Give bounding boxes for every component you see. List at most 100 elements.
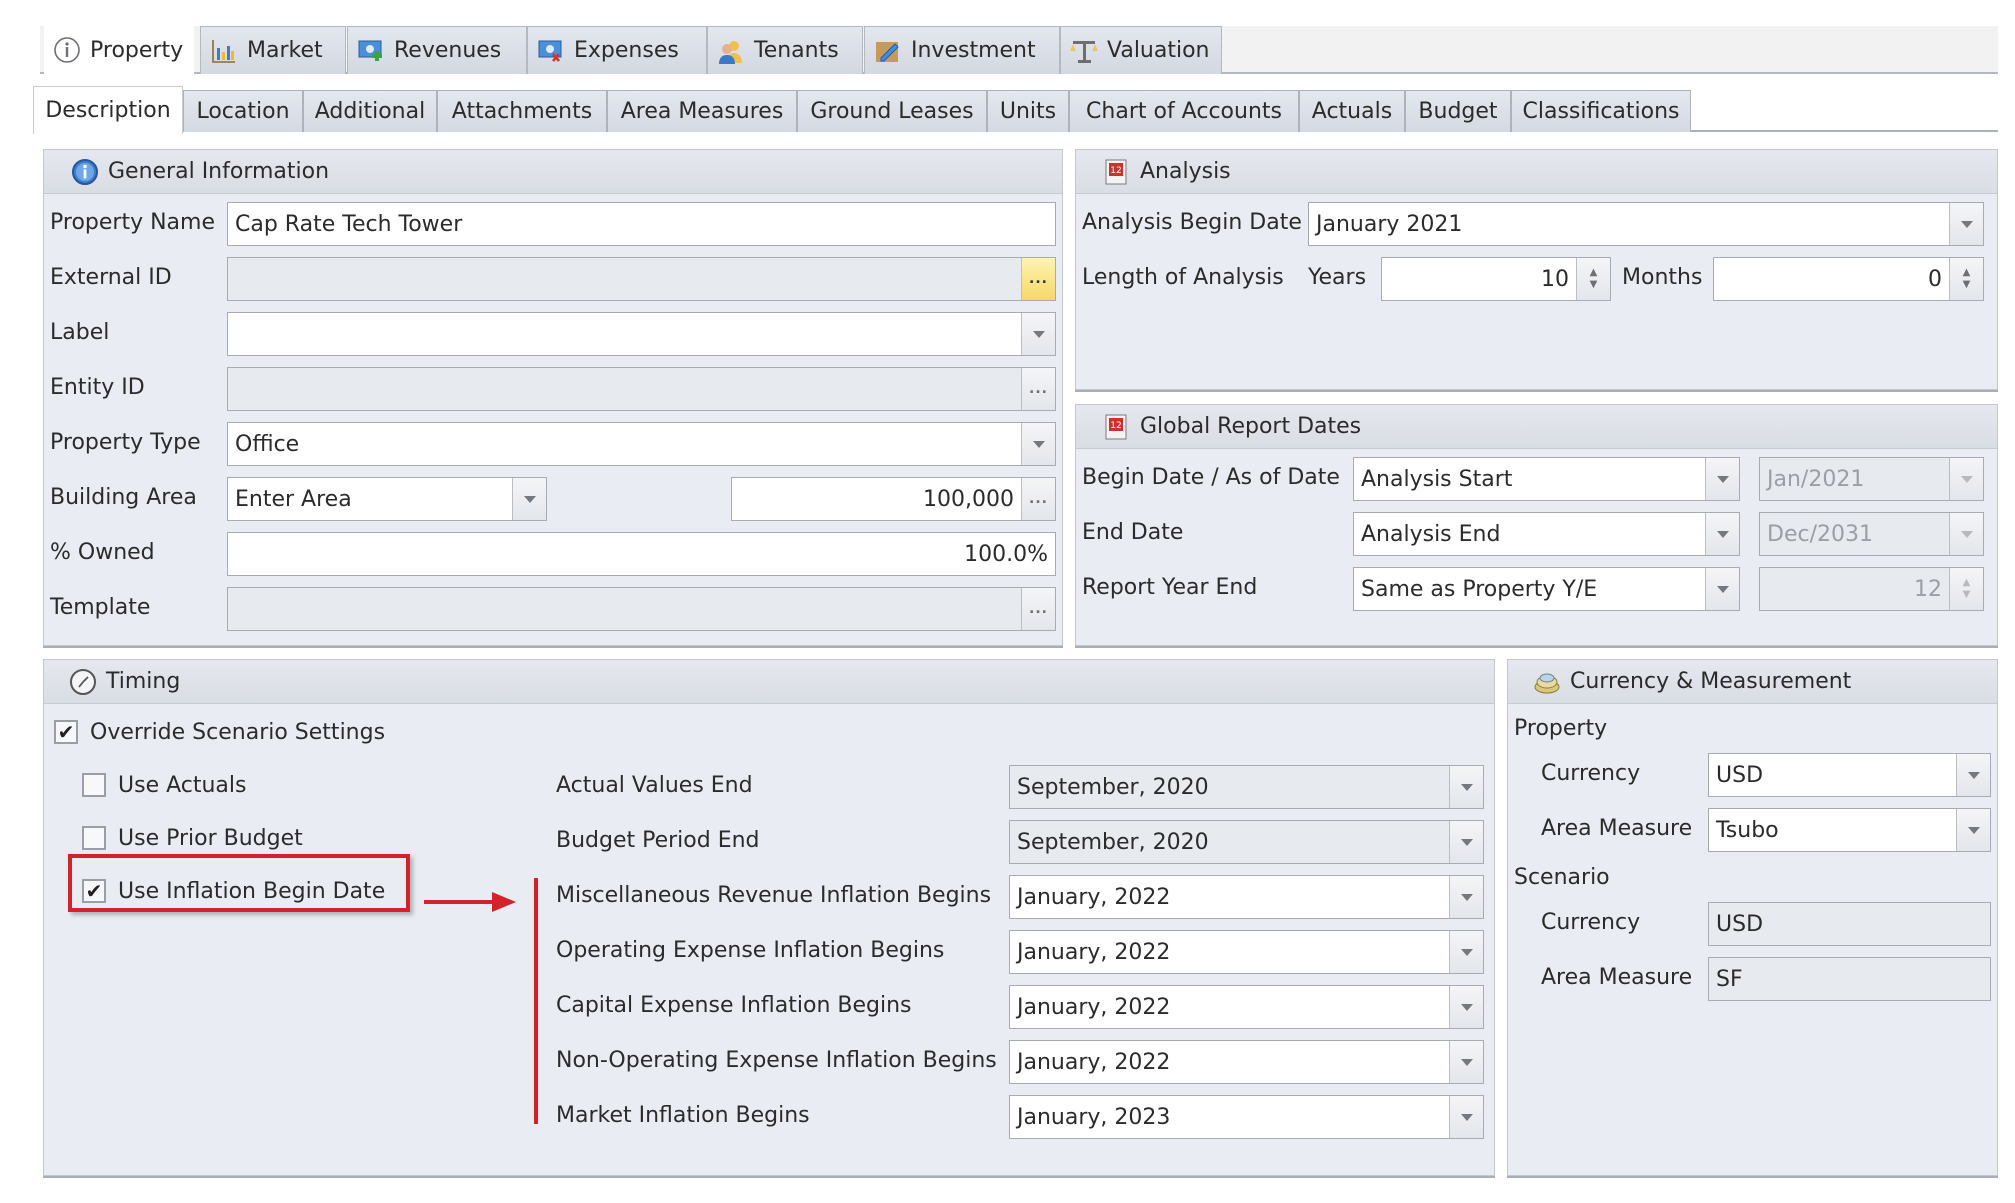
external-id-input[interactable]: ... [227,257,1056,301]
building-area-browse-button[interactable]: ... [1021,478,1055,520]
subtab-area-measures[interactable]: Area Measures [607,90,797,132]
tab-label: Area Measures [620,99,784,124]
chevron-down-icon [1460,783,1473,791]
misc-revenue-inflation-dropdown[interactable]: January, 2022 [1009,875,1484,919]
property-name-label: Property Name [50,210,215,235]
chevron-down-icon [1967,771,1980,779]
end-date-button[interactable] [1705,513,1739,555]
begin-date-button[interactable] [1705,458,1739,500]
months-spinner[interactable]: 0 ▲ ▼ [1713,257,1984,301]
subtab-location[interactable]: Location [183,90,303,132]
subtab-classifications[interactable]: Classifications [1511,90,1691,132]
dropdown-button[interactable] [1449,1041,1483,1083]
template-input[interactable]: ... [227,587,1056,631]
budget-period-end-dropdown[interactable]: September, 2020 [1009,820,1484,864]
subtab-description[interactable]: Description [33,86,183,134]
capital-expense-inflation-dropdown[interactable]: January, 2022 [1009,985,1484,1029]
property-area-measure-dropdown[interactable]: Tsubo [1708,808,1991,852]
non-operating-expense-inflation-dropdown[interactable]: January, 2022 [1009,1040,1484,1084]
report-year-end-dropdown[interactable]: Same as Property Y/E [1353,567,1740,611]
tab-investment[interactable]: Investment [864,26,1060,74]
label-dropdown[interactable] [227,312,1056,356]
tab-label: Market [247,38,323,63]
property-name-input[interactable]: Cap Rate Tech Tower [227,202,1056,246]
tab-valuation[interactable]: Valuation [1060,26,1222,74]
report-year-end-value: Same as Property Y/E [1361,576,1598,602]
building-area-mode-button[interactable] [512,478,546,520]
years-spin-buttons[interactable]: ▲ ▼ [1576,258,1610,300]
ellipsis-icon: ... [1029,491,1048,507]
subtab-units[interactable]: Units [987,90,1069,132]
end-date-dropdown[interactable]: Analysis End [1353,512,1740,556]
analysis-begin-date-dropdown[interactable]: January 2021 [1308,202,1984,246]
report-year-end-month-spinner[interactable]: 12 ▲ ▼ [1759,567,1984,611]
timing-row-label: Miscellaneous Revenue Inflation Begins [556,883,992,908]
spin-up-icon[interactable]: ▲ [1963,267,1971,279]
override-scenario-label: Override Scenario Settings [90,720,386,745]
begin-date-picker[interactable]: Jan/2021 [1759,457,1984,501]
use-prior-budget-label: Use Prior Budget [118,826,303,851]
scenario-currency-field: USD [1708,902,1991,946]
spin-up-icon[interactable]: ▲ [1963,577,1971,589]
property-type-dropdown[interactable]: Office [227,422,1056,466]
use-prior-budget-checkbox[interactable] [82,826,106,850]
timing-row-value: January, 2022 [1017,939,1171,965]
tab-market[interactable]: Market [200,26,346,74]
years-spinner[interactable]: 10 ▲ ▼ [1381,257,1611,301]
use-actuals-checkbox[interactable] [82,773,106,797]
timing-row-label: Operating Expense Inflation Begins [556,938,945,963]
subtab-attachments[interactable]: Attachments [437,90,607,132]
actual-values-end-dropdown[interactable]: September, 2020 [1009,765,1484,809]
subtab-budget[interactable]: Budget [1405,90,1511,132]
end-date-date: Dec/2031 [1767,521,1873,547]
dropdown-button[interactable] [1449,766,1483,808]
property-type-dropdown-button[interactable] [1021,423,1055,465]
property-currency-dropdown[interactable]: USD [1708,753,1991,797]
end-date-picker-button[interactable] [1949,513,1983,555]
tab-expenses[interactable]: Expenses [527,26,707,74]
end-date-picker[interactable]: Dec/2031 [1759,512,1984,556]
external-id-browse-button[interactable]: ... [1021,258,1055,300]
dropdown-button[interactable] [1956,809,1990,851]
scenario-currency-value: USD [1716,911,1764,937]
spin-down-icon[interactable]: ▼ [1590,279,1598,291]
market-inflation-dropdown[interactable]: January, 2023 [1009,1095,1484,1139]
tab-property[interactable]: Property [44,26,194,74]
building-area-mode-dropdown[interactable]: Enter Area [227,477,547,521]
dropdown-button[interactable] [1449,986,1483,1028]
subtab-chart-of-accounts[interactable]: Chart of Accounts [1069,90,1299,132]
begin-date-picker-button[interactable] [1949,458,1983,500]
template-browse-button[interactable]: ... [1021,588,1055,630]
scenario-area-measure-value: SF [1716,966,1743,992]
timing-panel: Timing ✔ Override Scenario Settings Use … [43,659,1495,1176]
analysis-begin-date-button[interactable] [1949,203,1983,245]
subtab-additional[interactable]: Additional [303,90,437,132]
begin-date-dropdown[interactable]: Analysis Start [1353,457,1740,501]
months-spin-buttons[interactable]: ▲ ▼ [1949,258,1983,300]
coins-icon [1532,667,1562,697]
subtab-actuals[interactable]: Actuals [1299,90,1405,132]
property-heading: Property [1514,716,1608,741]
owned-input[interactable]: 100.0% [227,532,1056,576]
spin-up-icon[interactable]: ▲ [1590,267,1598,279]
report-year-end-button[interactable] [1705,568,1739,610]
label-dropdown-button[interactable] [1021,313,1055,355]
dropdown-button[interactable] [1956,754,1990,796]
month-spin-buttons[interactable]: ▲ ▼ [1949,568,1983,610]
entity-id-input[interactable]: ... [227,367,1056,411]
override-scenario-checkbox[interactable]: ✔ [54,720,78,744]
dropdown-button[interactable] [1449,821,1483,863]
spin-down-icon[interactable]: ▼ [1963,279,1971,291]
dropdown-button[interactable] [1449,931,1483,973]
dropdown-button[interactable] [1449,1096,1483,1138]
building-area-input[interactable]: 100,000 ... [731,477,1056,521]
entity-id-browse-button[interactable]: ... [1021,368,1055,410]
spin-down-icon[interactable]: ▼ [1963,589,1971,601]
timing-row-value: January, 2022 [1017,994,1171,1020]
dropdown-button[interactable] [1449,876,1483,918]
tab-tenants[interactable]: Tenants [707,26,863,74]
annotation-bracket-line [534,878,538,1124]
operating-expense-inflation-dropdown[interactable]: January, 2022 [1009,930,1484,974]
subtab-ground-leases[interactable]: Ground Leases [797,90,987,132]
tab-revenues[interactable]: Revenues [347,26,527,74]
